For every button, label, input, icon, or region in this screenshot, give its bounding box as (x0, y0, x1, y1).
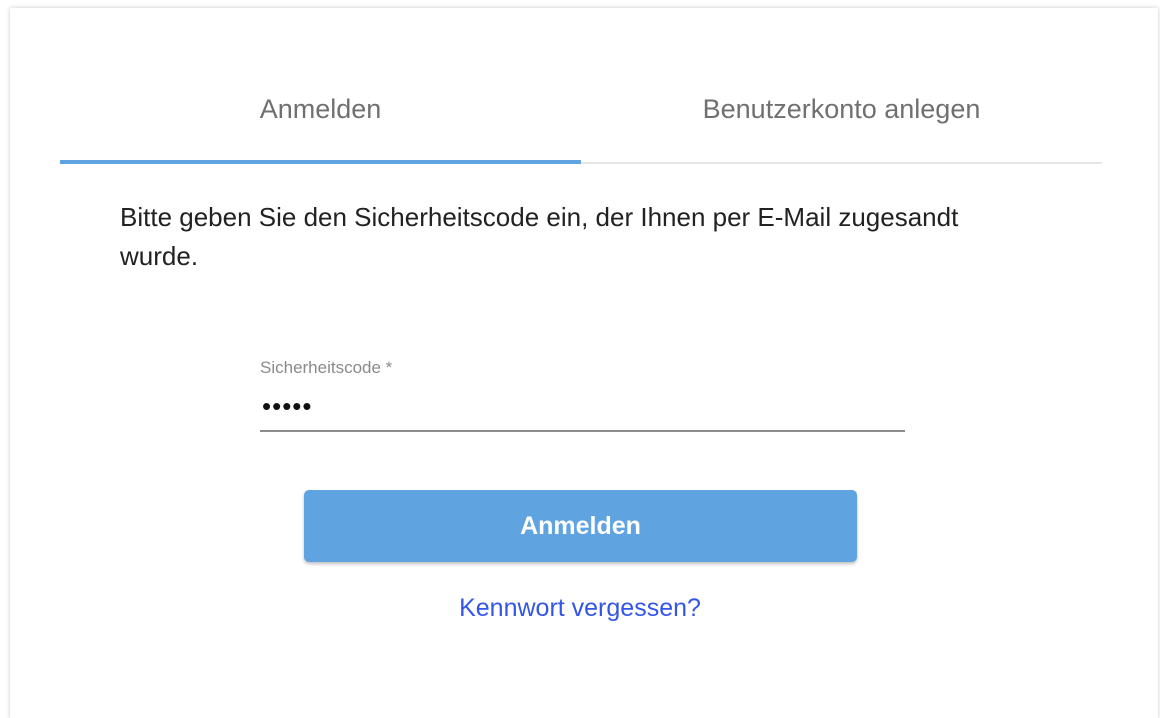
instruction-text: Bitte geben Sie den Sicherheitscode ein,… (120, 202, 959, 271)
login-button[interactable]: Anmelden (304, 490, 857, 562)
tab-login[interactable]: Anmelden (60, 80, 581, 164)
forgot-password-link[interactable]: Kennwort vergessen? (10, 594, 1150, 623)
security-code-label: Sicherheitscode * (260, 358, 393, 377)
login-card: Anmelden Benutzerkonto anlegen Bitte geb… (10, 8, 1158, 718)
tab-bar: Anmelden Benutzerkonto anlegen (60, 80, 1102, 164)
security-code-input[interactable] (260, 388, 905, 432)
tab-create-account[interactable]: Benutzerkonto anlegen (581, 80, 1102, 162)
security-code-field: Sicherheitscode * (260, 358, 905, 432)
